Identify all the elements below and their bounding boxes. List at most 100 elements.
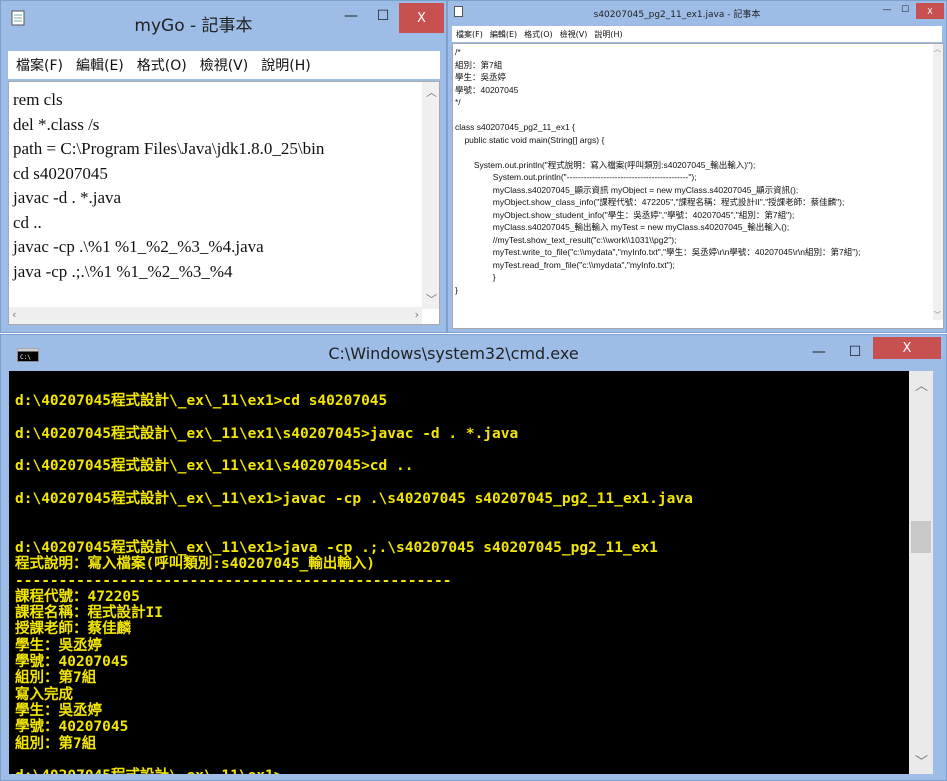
cmd-text-line: d:\40207045程式設計\_ex\_11\ex1>javac -cp .\… [15,491,693,508]
vertical-scrollbar[interactable]: ︿ ﹀ [422,82,439,309]
scroll-up-arrow[interactable]: ︿ [915,375,928,394]
notepad1-content: rem cls del *.class /s path = C:\Program F… [13,88,324,284]
cmd-text-line: d:\40207045程式設計\_ex\_11\ex1>java -cp .;.… [15,539,658,556]
notepad1-text-line: cd .. [13,212,42,232]
notepad2-text-line: /* [455,47,461,57]
scroll-up-arrow[interactable]: ︿ [934,44,941,54]
menu-help[interactable]: 說明(H) [261,55,310,75]
notepad1-text-line: path = C:\Program Files\Java\jdk1.8.0_25… [13,139,325,158]
cmd-text-line: 寫入完成 [15,686,73,703]
cmd-text-line: d:\40207045程式設計\_ex\_11\ex1>_ [15,768,693,774]
notepad2-text-line [455,109,860,122]
maximize-button[interactable]: ☐ [369,5,397,27]
cmd-text-line: 授課老師：蔡佳麟 [15,621,131,638]
scroll-thumb[interactable] [911,521,931,553]
notepad2-text-line: myClass.s40207045_顯示資訊 myObject = new my… [455,184,799,195]
notepad2-text-line: myObject.show_student_info("學生：吳丞婷","學號：… [455,209,795,220]
notepad1-titlebar[interactable]: myGo - 記事本 — ☐ X [1,1,446,36]
notepad-window-java: s40207045_pg2_11_ex1.java - 記事本 — ☐ X 檔案… [447,0,947,333]
maximize-button[interactable]: ☐ [896,3,914,17]
menu-file[interactable]: 檔案(F) [16,55,63,75]
menu-edit[interactable]: 編輯(E) [490,29,517,40]
notepad2-text-line: myObject.show_class_info("課程代號：472205","… [455,197,845,207]
close-button[interactable]: X [873,337,941,359]
cmd-text-line [15,377,693,393]
horizontal-scrollbar[interactable]: ‹ › [9,307,422,324]
notepad2-text-area[interactable]: /* 組別：第7組 學生：吳丞婷學號：40207045 */ class s40207… [452,43,944,329]
notepad2-text-line: System.out.println("--------------------… [455,172,697,182]
vertical-scrollbar[interactable]: ︿ ﹀ [933,44,943,320]
notepad2-text-line: } [455,272,496,282]
window-title: s40207045_pg2_11_ex1.java - 記事本 [593,10,761,20]
console-text: d:\40207045程式設計\_ex\_11\ex1>cd s40207045… [15,377,693,774]
cmd-text-line: d:\40207045程式設計\_ex\_11\ex1>cd s40207045 [15,393,388,410]
notepad1-menubar: 檔案(F) 編輯(E) 格式(O) 檢視(V) 說明(H) [8,51,440,79]
cmd-text-line: 課程名稱：程式設計II [15,605,163,622]
notepad1-text-area[interactable]: rem cls del *.class /s path = C:\Program F… [8,81,440,325]
menu-format[interactable]: 格式(O) [137,55,187,75]
notepad2-text-line: 學號：40207045 [455,84,519,95]
menu-view[interactable]: 檢視(V) [560,29,588,40]
notepad2-titlebar[interactable]: s40207045_pg2_11_ex1.java - 記事本 — ☐ X [448,1,946,23]
menu-help[interactable]: 說明(H) [594,29,622,40]
cmd-text-line: 組別：第7組 [15,670,97,687]
notepad2-text-line: myClass.s40207045_輸出輸入 myTest = new myCl… [455,222,790,232]
cmd-titlebar[interactable]: C:\ C:\Windows\system32\cmd.exe — ☐ X [1,335,946,371]
cmd-text-line [15,475,693,491]
maximize-button[interactable]: ☐ [839,341,871,363]
minimize-button[interactable]: — [337,5,365,27]
cmd-text-line: 組別：第7組 [15,735,97,752]
notepad2-text-line: public static void main(String[] args) { [455,134,605,145]
cmd-text-line [15,507,693,523]
close-button[interactable]: X [916,3,944,19]
cmd-text-line [15,442,693,458]
notepad1-text-line: rem cls [13,90,63,109]
cmd-text-line: 課程代號：472205 [15,588,140,605]
notepad1-text-line: del *.class /s [13,114,100,134]
cmd-text-line: 學號：40207045 [15,719,129,736]
cmd-text-line [15,752,693,768]
notepad2-text-line: System.out.println("程式說明：寫入檔案(呼叫類別:s4020… [455,159,756,170]
scroll-down-arrow[interactable]: ﹀ [915,751,928,770]
notepad2-content: /* 組別：第7組 學生：吳丞婷學號：40207045 */ class s40207… [455,46,860,296]
cmd-text-line: 學生：吳丞婷 [15,637,102,654]
menu-edit[interactable]: 編輯(E) [76,55,124,75]
notepad2-text-line: class s40207045_pg2_11_ex1 { [455,122,575,132]
notepad1-text-line: cd s40207045 [13,163,108,183]
console-output[interactable]: d:\40207045程式設計\_ex\_11\ex1>cd s40207045… [9,371,909,774]
cmd-window: C:\ C:\Windows\system32\cmd.exe — ☐ X d:… [0,334,947,781]
scroll-right-arrow[interactable]: › [415,308,419,321]
cmd-text-line: 學號：40207045 [15,654,129,671]
scroll-down-arrow[interactable]: ﹀ [426,291,437,307]
notepad2-text-line: myTest.write_to_file("c:\\mydata","myInf… [455,247,861,257]
notepad2-text-line [455,146,860,159]
cmd-text-line [15,410,693,426]
menu-file[interactable]: 檔案(F) [456,29,483,40]
notepad2-text-line: */ [455,97,461,107]
cmd-text-line: d:\40207045程式設計\_ex\_11\ex1\s40207045>ja… [15,425,519,442]
minimize-button[interactable]: — [801,341,837,363]
menu-view[interactable]: 檢視(V) [200,55,249,75]
scroll-down-arrow[interactable]: ﹀ [934,310,941,320]
notepad1-text-line: javac -d . *.java [13,188,122,207]
cmd-text-line: d:\40207045程式設計\_ex\_11\ex1\s40207045>cd… [15,458,414,475]
scroll-left-arrow[interactable]: ‹ [12,308,16,321]
cmd-text-line: 學生：吳丞婷 [15,702,102,719]
notepad2-text-line: } [455,284,458,295]
console-vertical-scrollbar[interactable]: ︿ ﹀ [909,371,933,774]
notepad2-text-line: myTest.read_from_file("c:\\mydata","myIn… [455,259,675,270]
notepad2-text-line: 組別：第7組 [455,59,503,70]
notepad1-text-line: java -cp .;.\%1 %1_%2_%3_%4 [13,261,233,281]
notepad2-text-line: 學生：吳丞婷 [455,72,507,82]
cmd-text-line [15,524,693,540]
notepad1-text-line: javac -cp .\%1 %1_%2_%3_%4.java [13,237,264,256]
menu-format[interactable]: 格式(O) [524,29,553,40]
notepad2-text-line: //myTest.show_text_result("c:\\work\\103… [455,234,677,245]
scroll-up-arrow[interactable]: ︿ [426,84,437,100]
cmd-text-line: 程式說明：寫入檔案(呼叫類別:s40207045_輸出輸入) [15,556,375,573]
minimize-button[interactable]: — [878,3,896,17]
notepad2-menubar: 檔案(F) 編輯(E) 格式(O) 檢視(V) 說明(H) [452,26,942,42]
notepad-window-mygo: myGo - 記事本 — ☐ X 檔案(F) 編輯(E) 格式(O) 檢視(V)… [0,0,447,333]
close-button[interactable]: X [399,3,444,33]
cmd-text-line: ----------------------------------------… [15,572,452,589]
